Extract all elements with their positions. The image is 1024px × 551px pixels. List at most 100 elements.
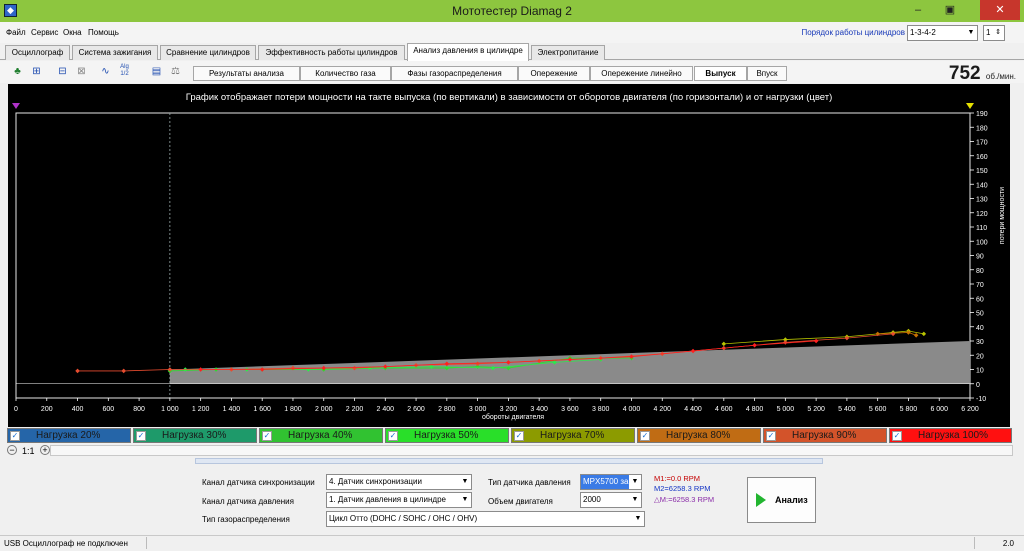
legend-load-50[interactable]: ✓ Нагрузка 50% <box>385 428 509 443</box>
chart-area[interactable]: График отображает потери мощности на так… <box>8 84 1010 427</box>
tab-pressure-analysis[interactable]: Анализ давления в цилиндре <box>407 43 529 61</box>
x-tick-label: 4 400 <box>684 406 702 413</box>
menu-help[interactable]: Помощь <box>88 28 119 37</box>
scale-icon[interactable]: ⚖ <box>168 64 183 79</box>
status-connection: USB Осциллограф не подключен <box>4 539 128 548</box>
x-tick-label: 1 600 <box>253 406 271 413</box>
subtab-advance[interactable]: Опережение <box>518 66 590 81</box>
checkbox-icon[interactable]: ✓ <box>514 431 524 441</box>
sync-channel-label: Канал датчика синхронизации <box>202 478 315 487</box>
sync-channel-value: 4. Датчик синхронизации <box>329 477 422 486</box>
subtab-advance-linear[interactable]: Опережение линейно <box>590 66 693 81</box>
tab-oscilloscope[interactable]: Осциллограф <box>5 45 70 60</box>
y-axis-label: потери мощности <box>999 187 1006 244</box>
pressure-type-select[interactable]: MPX5700 за ▼ <box>580 474 642 490</box>
subtab-exhaust[interactable]: Выпуск <box>694 66 747 81</box>
chart-icon[interactable]: ⊞ <box>29 64 44 79</box>
menu-windows[interactable]: Окна <box>63 28 82 37</box>
cylinder-order-select[interactable]: 1-3-4-2 ▼ <box>907 25 978 41</box>
legend-load-100[interactable]: ✓ Нагрузка 100% <box>889 428 1012 443</box>
subtab-results[interactable]: Результаты анализа <box>193 66 300 81</box>
analyze-button[interactable]: Анализ <box>747 477 816 523</box>
y-tick-label: 30 <box>976 339 984 346</box>
y-tick-label: 160 <box>976 154 988 161</box>
algo-icon[interactable]: Alg 1/2 <box>117 64 132 79</box>
legend-load-40[interactable]: ✓ Нагрузка 40% <box>259 428 383 443</box>
y-tick-label: 40 <box>976 325 984 332</box>
x-tick-label: 400 <box>72 406 84 413</box>
pressure-channel-select[interactable]: 1. Датчик давления в цилиндре ▼ <box>326 492 472 508</box>
timing-type-select[interactable]: Цикл Отто (DOHC / SOHC / OHC / OHV) ▼ <box>326 511 645 527</box>
engine-volume-select[interactable]: 2000 ▼ <box>580 492 642 508</box>
zoom-in-icon[interactable]: + <box>40 445 50 455</box>
engine-volume-label: Объем двигателя <box>488 497 553 506</box>
x-tick-label: 5 400 <box>838 406 856 413</box>
tab-power-supply[interactable]: Электропитание <box>531 45 605 60</box>
sync-channel-select[interactable]: 4. Датчик синхронизации ▼ <box>326 474 472 490</box>
zoom-out-icon[interactable]: − <box>7 445 17 455</box>
chart-3-icon[interactable]: ⊠ <box>74 64 89 79</box>
x-tick-label: 800 <box>133 406 145 413</box>
x-tick-label: 4 800 <box>746 406 764 413</box>
menu-service[interactable]: Сервис <box>31 28 58 37</box>
x-tick-label: 1 000 <box>161 406 179 413</box>
subtab-valve-timing[interactable]: Фазы газораспределения <box>391 66 518 81</box>
cylinder-order-label: Порядок работы цилиндров <box>801 28 905 37</box>
checkbox-icon[interactable]: ✓ <box>892 431 902 441</box>
x-tick-label: 3 200 <box>500 406 518 413</box>
checkbox-icon[interactable]: ✓ <box>640 431 650 441</box>
x-tick-label: 4 000 <box>623 406 641 413</box>
x-tick-label: 5 200 <box>807 406 825 413</box>
y-tick-label: 90 <box>976 254 984 261</box>
legend-load-30[interactable]: ✓ Нагрузка 30% <box>133 428 257 443</box>
chart-plot[interactable]: -10 0 10 20 30 40 50 60 70 80 90 100 110 120 130 140 150… <box>8 84 1010 427</box>
x-tick-label: 3 600 <box>561 406 579 413</box>
tab-cylinder-efficiency[interactable]: Эффективность работы цилиндров <box>258 45 405 60</box>
line-icon[interactable]: ∿ <box>98 64 113 79</box>
subtab-intake[interactable]: Впуск <box>747 66 787 81</box>
y-tick-label: 60 <box>976 296 984 303</box>
data-point <box>75 368 80 374</box>
subtab-gas-amount[interactable]: Количество газа <box>300 66 391 81</box>
tree-icon[interactable]: ♣ <box>10 64 25 79</box>
pressure-channel-label: Канал датчика давления <box>202 497 294 506</box>
checkbox-icon[interactable]: ✓ <box>388 431 398 441</box>
y-tick-label: 170 <box>976 140 988 147</box>
x-tick-label: 1 800 <box>284 406 302 413</box>
chart-2-icon[interactable]: ⊟ <box>55 64 70 79</box>
legend-load-80[interactable]: ✓ Нагрузка 80% <box>637 428 761 443</box>
cylinder-number-value: 1 <box>986 28 991 37</box>
chart-scrollbar[interactable] <box>50 445 1013 456</box>
marker-m2-icon <box>966 103 974 109</box>
x-tick-label: 2 000 <box>315 406 333 413</box>
checkbox-icon[interactable]: ✓ <box>262 431 272 441</box>
legend-load-70[interactable]: ✓ Нагрузка 70% <box>511 428 635 443</box>
minimize-button[interactable]: – <box>904 0 932 20</box>
chevron-down-icon: ▼ <box>634 515 642 522</box>
marker-m1: M1:=0.0 RPM <box>654 474 701 483</box>
cylinder-number-spinner[interactable]: 1 ⇕ <box>983 25 1005 41</box>
tab-cylinder-compare[interactable]: Сравнение цилиндров <box>160 45 256 60</box>
x-tick-label: 6 200 <box>961 406 979 413</box>
legend-load-90[interactable]: ✓ Нагрузка 90% <box>763 428 887 443</box>
legend-load-20[interactable]: ✓ Нагрузка 20% <box>7 428 131 443</box>
maximize-button[interactable]: ▣ <box>936 0 964 20</box>
x-tick-label: 3 400 <box>530 406 548 413</box>
pressure-channel-value: 1. Датчик давления в цилиндре <box>329 495 446 504</box>
title-bar: ◆ Мототестер Diamag 2 – ▣ ✕ <box>0 0 1024 22</box>
close-button[interactable]: ✕ <box>980 0 1020 20</box>
tab-ignition[interactable]: Система зажигания <box>72 45 158 60</box>
menu-file[interactable]: Файл <box>6 28 26 37</box>
x-tick-label: 5 800 <box>900 406 918 413</box>
save-icon[interactable]: ▤ <box>149 64 164 79</box>
chevron-down-icon: ▼ <box>631 496 639 503</box>
status-version: 2.0 <box>1002 539 1014 548</box>
y-tick-label: 110 <box>976 225 987 232</box>
play-icon <box>756 493 766 507</box>
y-tick-label: 130 <box>976 197 988 204</box>
checkbox-icon[interactable]: ✓ <box>10 431 20 441</box>
window-title: Мототестер Diamag 2 <box>452 4 572 18</box>
y-tick-label: 120 <box>976 211 988 218</box>
checkbox-icon[interactable]: ✓ <box>766 431 776 441</box>
checkbox-icon[interactable]: ✓ <box>136 431 146 441</box>
